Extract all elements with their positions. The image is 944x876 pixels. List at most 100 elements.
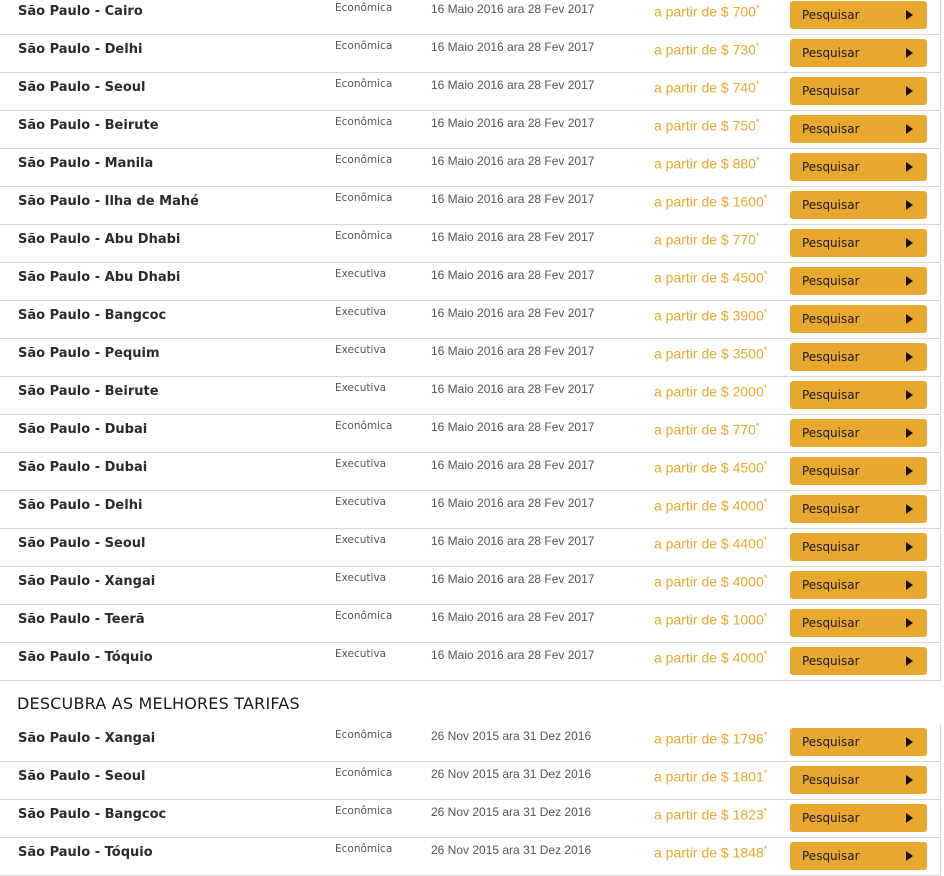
- search-button[interactable]: Pesquisar: [790, 343, 927, 371]
- price: a partir de $ 3500*: [654, 345, 767, 362]
- search-button[interactable]: Pesquisar: [790, 191, 927, 219]
- route-name: São Paulo - Ilha de Mahé: [18, 194, 199, 209]
- price-prefix: a partir de $: [654, 193, 729, 210]
- price-marker: *: [763, 459, 768, 469]
- price-value: 4500: [732, 269, 764, 286]
- price-value: 770: [732, 421, 756, 438]
- search-button[interactable]: Pesquisar: [790, 115, 927, 143]
- fare-row: São Paulo - Bangcoc Econômica 26 Nov 2015 …: [0, 801, 941, 838]
- search-button[interactable]: Pesquisar: [790, 305, 927, 333]
- price: a partir de $ 740*: [654, 79, 759, 96]
- search-button[interactable]: Pesquisar: [790, 229, 927, 257]
- search-button-label: Pesquisar: [802, 654, 860, 668]
- fare-row: São Paulo - Seoul Econômica 16 Maio 2016 a…: [0, 74, 941, 111]
- date-range: 16 Maio 2016 ara 28 Fev 2017: [431, 268, 595, 282]
- date-range: 16 Maio 2016 ara 28 Fev 2017: [431, 306, 595, 320]
- cabin-class: Executiva: [335, 268, 387, 280]
- fare-row: São Paulo - Beirute Executiva 16 Maio 2016…: [0, 378, 941, 415]
- route-name: São Paulo - Delhi: [18, 42, 143, 57]
- price-value: 1600: [732, 193, 764, 210]
- price-value: 770: [732, 231, 756, 248]
- arrow-right-icon: [906, 352, 913, 362]
- date-range: 16 Maio 2016 ara 28 Fev 2017: [431, 2, 595, 16]
- price-marker: *: [763, 573, 768, 583]
- search-button-label: Pesquisar: [802, 160, 860, 174]
- fare-row: São Paulo - Delhi Econômica 16 Maio 2016 a…: [0, 36, 941, 73]
- price-value: 1796: [732, 730, 764, 747]
- search-button[interactable]: Pesquisar: [790, 457, 927, 485]
- price-prefix: a partir de $: [654, 497, 729, 514]
- search-button-label: Pesquisar: [802, 84, 860, 98]
- cabin-class: Econômica: [335, 420, 393, 432]
- arrow-right-icon: [906, 10, 913, 20]
- search-button[interactable]: Pesquisar: [790, 77, 927, 105]
- search-button-label: Pesquisar: [802, 811, 860, 825]
- arrow-right-icon: [906, 86, 913, 96]
- price-prefix: a partir de $: [654, 307, 729, 324]
- price: a partir de $ 770*: [654, 421, 759, 438]
- search-button-label: Pesquisar: [802, 773, 860, 787]
- search-button[interactable]: Pesquisar: [790, 381, 927, 409]
- cabin-class: Executiva: [335, 458, 387, 470]
- search-button-label: Pesquisar: [802, 198, 860, 212]
- route-name: São Paulo - Tóquio: [18, 650, 153, 665]
- search-button[interactable]: Pesquisar: [790, 39, 927, 67]
- price-marker: *: [763, 730, 768, 740]
- price-value: 4000: [732, 649, 764, 666]
- arrow-right-icon: [906, 48, 913, 58]
- price-prefix: a partir de $: [654, 231, 729, 248]
- price-value: 2000: [732, 383, 764, 400]
- search-button-label: Pesquisar: [802, 46, 860, 60]
- search-button[interactable]: Pesquisar: [790, 419, 927, 447]
- cabin-class: Econômica: [335, 192, 393, 204]
- price: a partir de $ 1848*: [654, 844, 767, 861]
- price-marker: *: [755, 117, 760, 127]
- route-name: São Paulo - Bangcoc: [18, 807, 167, 822]
- search-button[interactable]: Pesquisar: [790, 647, 927, 675]
- price-value: 3900: [732, 307, 764, 324]
- search-button[interactable]: Pesquisar: [790, 153, 927, 181]
- search-button[interactable]: Pesquisar: [790, 804, 927, 832]
- search-button[interactable]: Pesquisar: [790, 533, 927, 561]
- search-button-label: Pesquisar: [802, 502, 860, 516]
- route-name: São Paulo - Seoul: [18, 536, 146, 551]
- cabin-class: Executiva: [335, 572, 387, 584]
- price-prefix: a partir de $: [654, 345, 729, 362]
- price-prefix: a partir de $: [654, 535, 729, 552]
- route-name: São Paulo - Manila: [18, 156, 154, 171]
- date-range: 16 Maio 2016 ara 28 Fev 2017: [431, 458, 595, 472]
- search-button-label: Pesquisar: [802, 464, 860, 478]
- price-marker: *: [755, 3, 760, 13]
- cabin-class: Executiva: [335, 306, 387, 318]
- date-range: 16 Maio 2016 ara 28 Fev 2017: [431, 154, 595, 168]
- price-value: 4400: [732, 535, 764, 552]
- date-range: 16 Maio 2016 ara 28 Fev 2017: [431, 496, 595, 510]
- price-prefix: a partir de $: [654, 383, 729, 400]
- search-button[interactable]: Pesquisar: [790, 495, 927, 523]
- price-marker: *: [755, 231, 760, 241]
- price: a partir de $ 1796*: [654, 730, 767, 747]
- price-marker: *: [763, 611, 768, 621]
- search-button[interactable]: Pesquisar: [790, 609, 927, 637]
- fare-row: São Paulo - Tóquio Executiva 16 Maio 2016 …: [0, 644, 941, 681]
- price: a partir de $ 4000*: [654, 573, 767, 590]
- search-button[interactable]: Pesquisar: [790, 728, 927, 756]
- price-prefix: a partir de $: [654, 155, 729, 172]
- price-value: 750: [732, 117, 756, 134]
- search-button[interactable]: Pesquisar: [790, 842, 927, 870]
- price-marker: *: [763, 844, 768, 854]
- route-name: São Paulo - Xangai: [18, 731, 156, 746]
- search-button[interactable]: Pesquisar: [790, 267, 927, 295]
- route-name: São Paulo - Abu Dhabi: [18, 232, 181, 247]
- price-prefix: a partir de $: [654, 649, 729, 666]
- search-button[interactable]: Pesquisar: [790, 766, 927, 794]
- price-marker: *: [763, 193, 768, 203]
- price-prefix: a partir de $: [654, 459, 729, 476]
- fare-row: São Paulo - Abu Dhabi Executiva 16 Maio 20…: [0, 264, 941, 301]
- search-button[interactable]: Pesquisar: [790, 571, 927, 599]
- search-button-label: Pesquisar: [802, 350, 860, 364]
- search-button[interactable]: Pesquisar: [790, 1, 927, 29]
- route-name: São Paulo - Cairo: [18, 4, 143, 19]
- arrow-right-icon: [906, 466, 913, 476]
- fare-row: São Paulo - Ilha de Mahé Econômica 16 Maio…: [0, 188, 941, 225]
